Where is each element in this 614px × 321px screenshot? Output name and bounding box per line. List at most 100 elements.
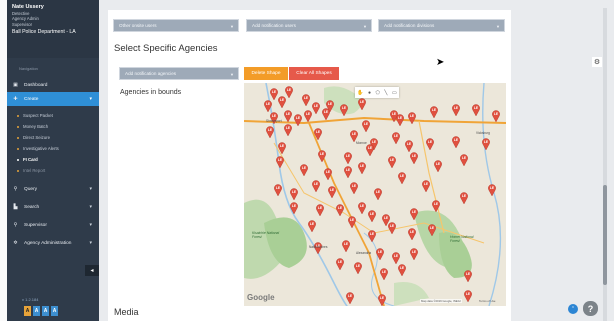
marker-label: LE bbox=[310, 222, 315, 226]
search-icon: ⚲ bbox=[13, 185, 18, 192]
place-label: Alexandria bbox=[356, 251, 372, 255]
sidebar-item-label: Dashboard bbox=[24, 82, 48, 88]
font-size-button-3[interactable]: A bbox=[42, 306, 49, 316]
font-size-button-1[interactable]: A bbox=[24, 306, 31, 316]
marker-label: LE bbox=[302, 166, 307, 170]
notification-divisions-select[interactable]: Add notification divisions ▼ bbox=[378, 19, 505, 32]
dashboard-icon: ▣ bbox=[13, 81, 18, 88]
agency-map[interactable]: LE LE LE LE LE LE LE LE LE LE LE LE LE LE LE LE LE LE LE LE… bbox=[244, 83, 506, 306]
bullet-icon bbox=[17, 169, 19, 172]
plus-icon: ✚ bbox=[13, 95, 18, 102]
sidebar-item-label: Query bbox=[24, 186, 38, 192]
main-panel: Other onsite users ▼ Add notification us… bbox=[108, 10, 511, 321]
marker-label: LE bbox=[266, 102, 271, 106]
gear-icon: ✲ bbox=[13, 239, 18, 246]
subitem-label: FI Card bbox=[23, 157, 38, 162]
chevron-down-icon: ▾ bbox=[89, 240, 92, 246]
marker-label: LE bbox=[348, 294, 353, 298]
subitem-label: Investigative Alerts bbox=[23, 146, 59, 151]
nav-header: Navigation bbox=[19, 66, 38, 71]
marker-label: LE bbox=[280, 144, 285, 148]
marker-label: LE bbox=[370, 232, 375, 236]
subitem-suspect-packet[interactable]: Suspect Packet bbox=[7, 110, 99, 121]
scrollbar-thumb[interactable] bbox=[603, 185, 607, 285]
sidebar-item-agency-administration[interactable]: ✲ Agency Administration ▾ bbox=[7, 236, 99, 250]
marker-label: LE bbox=[330, 188, 335, 192]
marker-label: LE bbox=[390, 158, 395, 162]
marker-label: LE bbox=[410, 230, 415, 234]
notification-users-select[interactable]: Add notification users ▼ bbox=[246, 19, 372, 32]
marker-label: LE bbox=[428, 140, 433, 144]
marker-label: LE bbox=[306, 112, 311, 116]
marker-label: LE bbox=[318, 206, 323, 210]
subitem-intel-report[interactable]: Intel Report bbox=[7, 165, 99, 176]
forest-label: Kisatchie National Forest bbox=[252, 231, 280, 239]
marker-label: LE bbox=[378, 250, 383, 254]
sidebar-item-label: Create bbox=[24, 96, 39, 102]
marker-label: LE bbox=[462, 194, 467, 198]
marker-label: LE bbox=[320, 152, 325, 156]
subitem-fi-card[interactable]: FI Card bbox=[7, 154, 99, 165]
sidebar-item-supervisor[interactable]: ⚲ Supervisor ▾ bbox=[7, 218, 99, 232]
user-profile[interactable]: Nate Ussery Detective Agency Admin Super… bbox=[7, 0, 99, 58]
marker-label: LE bbox=[292, 204, 297, 208]
font-size-button-4[interactable]: A bbox=[51, 306, 58, 316]
caret-down-icon: ▼ bbox=[230, 72, 234, 77]
place-label: Shreveport bbox=[266, 119, 282, 123]
line-icon[interactable]: ╲ bbox=[384, 90, 387, 96]
clear-all-shapes-button[interactable]: Clear All Shapes bbox=[289, 67, 339, 80]
marker-label: LE bbox=[286, 126, 291, 130]
font-size-button-2[interactable]: A bbox=[33, 306, 40, 316]
marker-label: LE bbox=[407, 142, 412, 146]
marker-label: LE bbox=[494, 112, 499, 116]
caret-down-icon: ▼ bbox=[363, 24, 367, 29]
chevron-up-icon: ⌃ bbox=[570, 306, 576, 312]
marker-label: LE bbox=[410, 114, 415, 118]
bullet-icon bbox=[17, 125, 19, 128]
place-label: Vicksburg bbox=[476, 131, 490, 135]
sidebar-item-query[interactable]: ⚲ Query ▾ bbox=[7, 182, 99, 196]
app-root: Nate Ussery Detective Agency Admin Super… bbox=[0, 0, 614, 321]
marker-label: LE bbox=[360, 100, 365, 104]
marker-label: LE bbox=[272, 114, 277, 118]
marker-label: LE bbox=[280, 98, 285, 102]
rectangle-icon[interactable]: ▭ bbox=[392, 90, 397, 96]
subitem-money-batch[interactable]: Money Batch bbox=[7, 121, 99, 132]
marker-label: LE bbox=[466, 292, 471, 296]
polygon-icon[interactable]: ⬠ bbox=[376, 90, 380, 96]
settings-gear-button[interactable]: ⚙ bbox=[592, 57, 602, 67]
subitem-investigative-alerts[interactable]: Investigative Alerts bbox=[7, 143, 99, 154]
marker-label: LE bbox=[436, 162, 441, 166]
marker-label: LE bbox=[382, 270, 387, 274]
select-placeholder: Add notification divisions bbox=[384, 23, 435, 28]
map-terms-link[interactable]: Terms of Use bbox=[479, 299, 495, 303]
other-onsite-users-select[interactable]: Other onsite users ▼ bbox=[113, 19, 239, 32]
scroll-up-button[interactable]: ⌃ bbox=[568, 304, 578, 314]
circle-icon[interactable]: ● bbox=[368, 90, 371, 96]
sidebar-item-search[interactable]: ▙ Search ▾ bbox=[7, 200, 99, 214]
help-button[interactable]: ? bbox=[583, 301, 598, 316]
sidebar-item-create[interactable]: ✚ Create ▾ bbox=[7, 92, 99, 106]
sidebar-collapse-button[interactable]: ◂ bbox=[85, 265, 99, 276]
notification-agencies-select[interactable]: Add notification agencies ▼ bbox=[119, 67, 239, 80]
subitem-direct-seizure[interactable]: Direct Seizure bbox=[7, 132, 99, 143]
marker-label: LE bbox=[338, 260, 343, 264]
font-size-controls: A A A A bbox=[24, 306, 58, 316]
map-attribution: Map data ©2019 Google, INEGI bbox=[420, 299, 462, 303]
sidebar-item-dashboard[interactable]: ▣ Dashboard bbox=[7, 78, 99, 92]
marker-label: LE bbox=[287, 88, 292, 92]
marker-label: LE bbox=[484, 140, 489, 144]
marker-label: LE bbox=[346, 168, 351, 172]
app-version: v 1.2.184 bbox=[22, 297, 39, 302]
hand-icon[interactable]: ✋ bbox=[357, 90, 363, 96]
marker-label: LE bbox=[326, 170, 331, 174]
marker-label: LE bbox=[380, 296, 385, 300]
marker-label: LE bbox=[346, 154, 351, 158]
marker-label: LE bbox=[400, 266, 405, 270]
delete-shape-button[interactable]: Delete Shape bbox=[244, 67, 288, 80]
marker-label: LE bbox=[372, 140, 377, 144]
marker-label: LE bbox=[350, 218, 355, 222]
forest-label: Homer National Forest bbox=[450, 235, 474, 243]
marker-label: LE bbox=[286, 112, 291, 116]
gear-icon: ⚙ bbox=[593, 59, 601, 66]
